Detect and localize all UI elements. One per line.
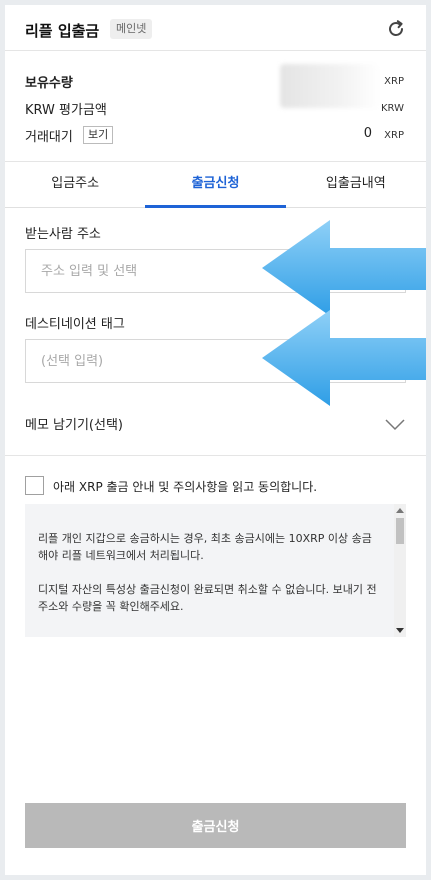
- scroll-up-icon[interactable]: [396, 508, 404, 513]
- tab-deposit-address[interactable]: 입금주소: [5, 162, 145, 207]
- arrow-icon: [262, 220, 426, 316]
- scroll-thumb[interactable]: [396, 518, 404, 544]
- tab-withdraw-request[interactable]: 출금신청: [145, 162, 286, 208]
- notice-box[interactable]: 리플 개인 지갑으로 송금하시는 경우, 최초 송금시에는 10XRP 이상 송…: [25, 504, 406, 637]
- hidden-balance-values: [280, 64, 380, 108]
- memo-label: 메모 남기기(선택): [25, 418, 123, 433]
- network-badge: 메인넷: [110, 19, 153, 39]
- pending-view-button[interactable]: 보기: [83, 126, 114, 144]
- notice-paragraph: 리플 개인 지갑으로 송금하시는 경우, 최초 송금시에는 10XRP 이상 송…: [38, 532, 372, 562]
- address-label: 받는사람 주소: [25, 227, 101, 242]
- tab-bar: 입금주소 출금신청 입출금내역: [5, 162, 426, 208]
- withdraw-panel: 리플 입출금 메인넷 보유수량 XRP KRW 평가금액 KRW 거래대기 보기…: [5, 5, 426, 875]
- arrow-icon: [262, 310, 426, 406]
- krw-unit: KRW: [381, 103, 404, 114]
- holding-unit: XRP: [384, 76, 404, 87]
- holding-label: 보유수량: [25, 76, 73, 91]
- page-title: 리플 입출금: [25, 22, 100, 40]
- refresh-icon[interactable]: [385, 18, 407, 40]
- notice-paragraph: 디지털 자산의 특성상 출금신청이 완료되면 취소할 수 없습니다. 보내기 전…: [38, 583, 377, 613]
- tag-label: 데스티네이션 태그: [25, 317, 125, 332]
- agree-checkbox[interactable]: [25, 476, 44, 495]
- withdraw-submit-button[interactable]: 출금신청: [25, 803, 406, 848]
- krw-label: KRW 평가금액: [25, 103, 107, 118]
- scroll-down-icon[interactable]: [396, 628, 404, 633]
- memo-toggle[interactable]: 메모 남기기(선택): [5, 400, 426, 456]
- chevron-down-icon: [385, 416, 405, 431]
- pending-label: 거래대기: [25, 130, 73, 145]
- pending-unit: XRP: [384, 130, 404, 141]
- tab-history[interactable]: 입출금내역: [286, 162, 426, 207]
- notice-scrollbar[interactable]: [394, 504, 406, 637]
- panel-header: 리플 입출금 메인넷: [5, 5, 426, 51]
- pending-value: 0: [363, 126, 372, 141]
- agree-text: 아래 XRP 출금 안내 및 주의사항을 읽고 동의합니다.: [53, 480, 318, 494]
- balance-section: 보유수량 XRP KRW 평가금액 KRW 거래대기 보기 0 XRP: [5, 52, 426, 162]
